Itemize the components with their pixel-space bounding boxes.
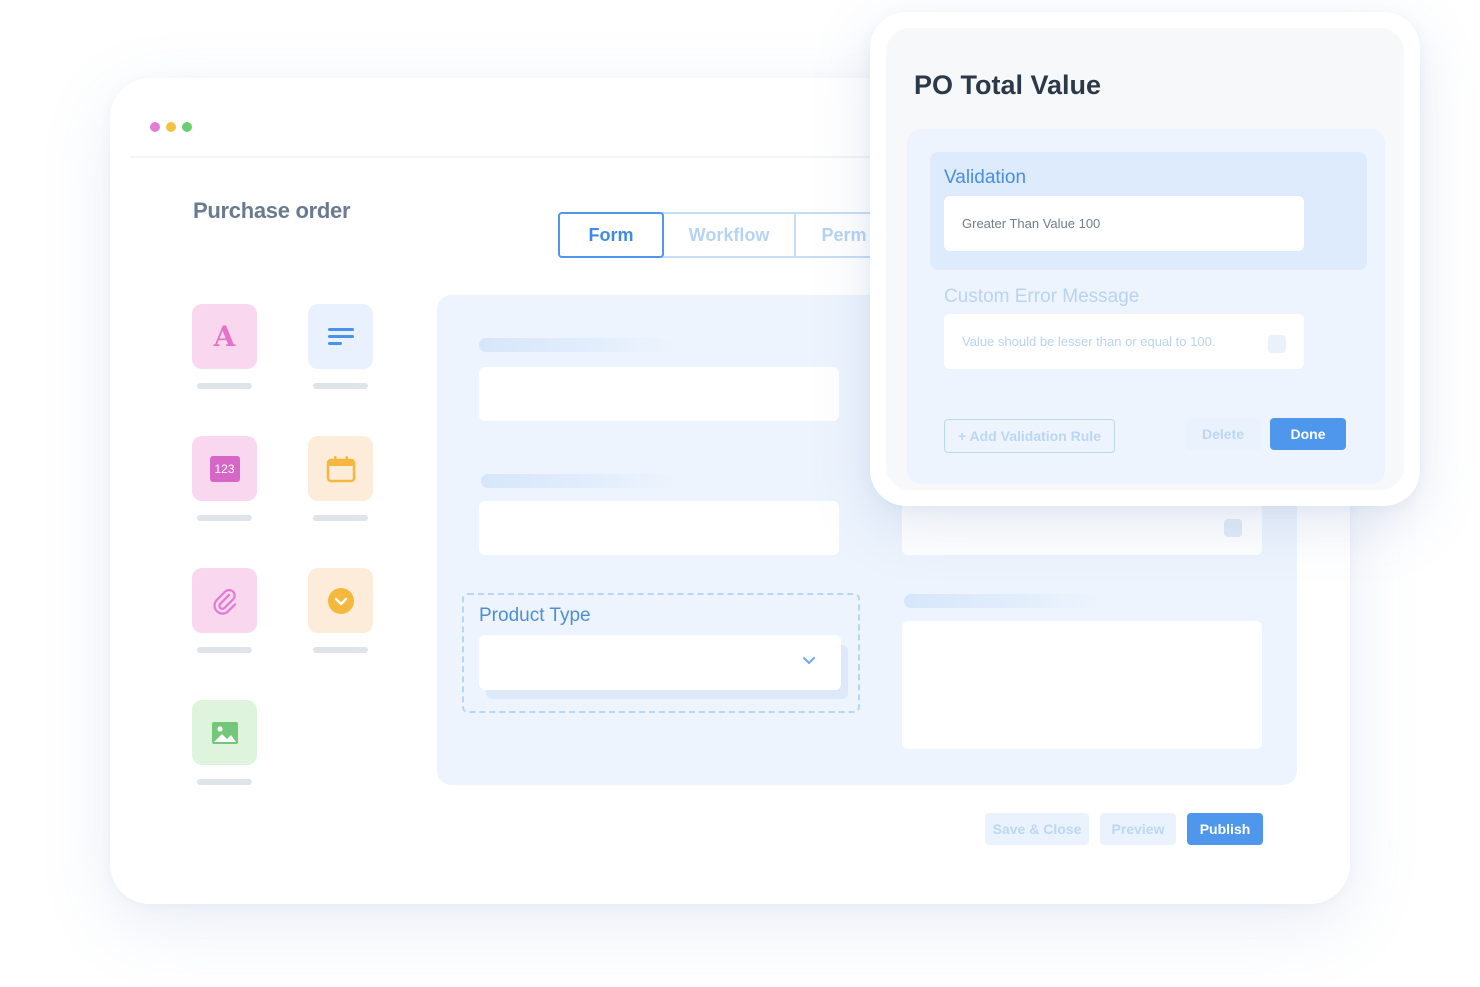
- field-label-placeholder: [481, 474, 681, 488]
- field-checkbox[interactable]: [1224, 519, 1242, 537]
- add-validation-rule-button[interactable]: + Add Validation Rule: [944, 419, 1115, 453]
- tool-text[interactable]: A: [192, 304, 257, 369]
- tool-label-placeholder: [313, 515, 368, 521]
- error-field-checkbox[interactable]: [1268, 335, 1286, 353]
- form-field-input[interactable]: [479, 501, 839, 555]
- paragraph-lines-icon: [327, 327, 354, 345]
- tool-label-placeholder: [197, 647, 252, 653]
- window-dot-green[interactable]: [182, 122, 192, 132]
- page-title: Purchase order: [193, 198, 351, 223]
- number-icon: 123: [209, 455, 240, 482]
- tool-paragraph[interactable]: [308, 304, 373, 369]
- done-button[interactable]: Done: [1270, 418, 1346, 450]
- custom-error-input[interactable]: Value should be lesser than or equal to …: [944, 314, 1304, 369]
- text-font-icon: A: [213, 320, 236, 353]
- tool-image[interactable]: [192, 700, 257, 765]
- product-type-label: Product Type: [479, 605, 591, 626]
- product-type-field-dropzone[interactable]: Product Type: [462, 593, 860, 713]
- tab-bar: Form Workflow Perm: [558, 212, 894, 258]
- popup-card: PO Total Value Validation Greater Than V…: [886, 28, 1404, 490]
- window-dot-pink[interactable]: [150, 122, 160, 132]
- calendar-icon: [326, 455, 355, 482]
- field-label-placeholder: [479, 338, 679, 352]
- tab-workflow[interactable]: Workflow: [662, 212, 796, 258]
- save-close-button[interactable]: Save & Close: [985, 813, 1089, 845]
- delete-button[interactable]: Delete: [1185, 418, 1261, 450]
- window-dot-yellow[interactable]: [166, 122, 176, 132]
- field-settings-popup: PO Total Value Validation Greater Than V…: [870, 12, 1420, 506]
- tool-date[interactable]: [308, 436, 373, 501]
- tab-form[interactable]: Form: [558, 212, 664, 258]
- form-field-textarea[interactable]: [902, 621, 1262, 749]
- stage: Purchase order Form Workflow Perm A 123: [0, 0, 1480, 987]
- tool-label-placeholder: [197, 779, 252, 785]
- product-type-select[interactable]: [479, 635, 841, 690]
- field-label-placeholder: [904, 594, 1104, 608]
- preview-button[interactable]: Preview: [1100, 813, 1176, 845]
- validation-label: Validation: [944, 167, 1027, 188]
- dropdown-icon: [327, 587, 354, 614]
- custom-error-text: Value should be lesser than or equal to …: [962, 334, 1216, 349]
- custom-error-label: Custom Error Message: [944, 286, 1140, 307]
- paperclip-icon: [212, 588, 236, 615]
- validation-section: Validation Greater Than Value 100: [930, 152, 1367, 270]
- image-icon: [211, 721, 238, 744]
- form-field-input[interactable]: [902, 501, 1262, 555]
- tool-label-placeholder: [313, 647, 368, 653]
- tool-number[interactable]: 123: [192, 436, 257, 501]
- form-field-input[interactable]: [479, 367, 839, 421]
- window-controls: [150, 122, 192, 132]
- popup-title: PO Total Value: [914, 70, 1102, 100]
- publish-button[interactable]: Publish: [1187, 813, 1263, 845]
- tool-label-placeholder: [313, 383, 368, 389]
- tool-attachment[interactable]: [192, 568, 257, 633]
- tool-dropdown[interactable]: [308, 568, 373, 633]
- tool-label-placeholder: [197, 383, 252, 389]
- tool-label-placeholder: [197, 515, 252, 521]
- validation-rule-input[interactable]: Greater Than Value 100: [944, 196, 1304, 251]
- chevron-down-icon: [803, 657, 815, 664]
- popup-body: Validation Greater Than Value 100 Custom…: [907, 129, 1385, 484]
